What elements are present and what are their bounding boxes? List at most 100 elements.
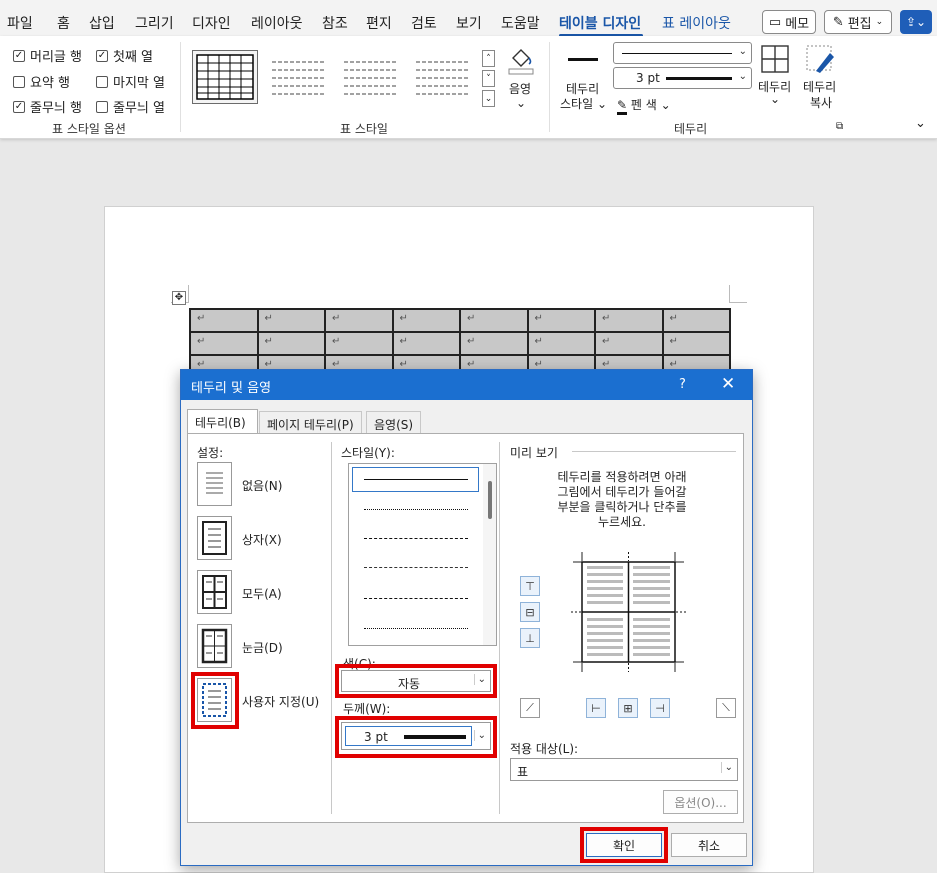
style-dashed-small[interactable] [364, 538, 468, 539]
total-row-option[interactable]: 요약 행 [13, 72, 70, 91]
style-dotted[interactable] [364, 509, 468, 510]
table-cell[interactable]: ↵ [324, 331, 394, 356]
line-style-list[interactable] [348, 463, 497, 646]
scrollbar-thumb[interactable] [488, 481, 492, 519]
table-style-grid[interactable] [192, 50, 258, 104]
tab-design[interactable]: 디자인 [192, 13, 231, 33]
setting-box-label[interactable]: 상자(X) [242, 531, 282, 548]
tab-table-design[interactable]: 테이블 디자인 [559, 13, 641, 33]
table-style-plain[interactable] [266, 50, 332, 104]
border-painter-icon[interactable] [806, 45, 836, 75]
gallery-down-button[interactable]: ˅ [482, 70, 495, 87]
tab-layout[interactable]: 레이아웃 [251, 13, 303, 33]
setting-custom-label[interactable]: 사용자 지정(U) [242, 693, 319, 710]
pen-color-button[interactable]: ✎ 펜 색 ⌄ [617, 96, 671, 115]
tab-draw[interactable]: 그리기 [135, 13, 174, 33]
help-button[interactable]: ? [679, 377, 686, 392]
tab-borders-active[interactable]: 테두리(B) [187, 409, 258, 434]
border-preview[interactable] [563, 544, 694, 680]
table-cell[interactable]: ↵ [189, 331, 259, 356]
banded-columns-option[interactable]: 줄무늬 열 [96, 97, 165, 116]
checkbox-icon [13, 75, 25, 88]
table-cell[interactable]: ↵ [391, 331, 461, 356]
setting-grid-icon[interactable] [197, 624, 232, 668]
dialog-title-bar[interactable]: 테두리 및 음영 ? ✕ [181, 370, 752, 400]
cancel-button[interactable]: 취소 [671, 833, 747, 857]
style-dash-dot-dot[interactable] [364, 628, 468, 629]
width-label: 두께(W): [343, 702, 391, 716]
tab-shading[interactable]: 음영(S) [366, 411, 422, 433]
tab-page-border[interactable]: 페이지 테두리(P) [259, 411, 362, 433]
borders-tab-panel: 설정: 없음(N) 상자(X) 모두(A) 눈금(D) 사용자 지정(U) 스타… [187, 433, 744, 823]
table-cell[interactable]: ↵ [256, 308, 326, 333]
apply-to-label: 적용 대상(L): [510, 742, 579, 756]
banded-rows-option[interactable]: ✓ 줄무늬 행 [13, 97, 82, 116]
tab-references[interactable]: 참조 [322, 13, 348, 33]
memo-button[interactable]: ▭ 메모 [762, 10, 816, 34]
preview-diagonal-down-button[interactable]: ⟍ [716, 698, 736, 718]
tab-review[interactable]: 검토 [411, 13, 437, 33]
dialog-launcher-icon[interactable]: ⧉ [836, 121, 843, 132]
collapse-ribbon-icon[interactable]: ⌄ [915, 116, 926, 131]
table-cell[interactable]: ↵ [661, 331, 731, 356]
table-cell[interactable]: ↵ [324, 308, 394, 333]
style-dash-dot[interactable] [364, 598, 468, 599]
tab-help[interactable]: 도움말 [501, 13, 540, 33]
setting-grid-label[interactable]: 눈금(D) [242, 639, 283, 656]
table-cell[interactable]: ↵ [459, 331, 529, 356]
borders-grid-icon[interactable] [761, 45, 789, 73]
last-column-option[interactable]: 마지막 열 [96, 72, 165, 91]
setting-box-icon[interactable] [197, 516, 232, 560]
shading-button[interactable]: 음영 [509, 80, 531, 97]
table-cell[interactable]: ↵ [256, 331, 326, 356]
preview-inside-horizontal-button[interactable]: ⊟ [520, 602, 540, 622]
edit-mode-button[interactable]: ✎ 편집 ⌄ [824, 10, 892, 34]
table-style-plain-3[interactable] [410, 50, 476, 104]
tab-table-layout[interactable]: 표 레이아웃 [662, 13, 731, 33]
tab-insert[interactable]: 삽입 [89, 13, 115, 33]
preview-right-border-button[interactable]: ⊣ [650, 698, 670, 718]
tab-view[interactable]: 보기 [456, 13, 482, 33]
preview-bottom-border-button[interactable]: ⊥ [520, 628, 540, 648]
close-icon[interactable]: ✕ [721, 374, 735, 394]
setting-all-icon[interactable] [197, 570, 232, 614]
line-style-dropdown[interactable]: ⌄ [613, 42, 752, 64]
shading-bucket-icon[interactable] [505, 44, 537, 76]
table-cell[interactable]: ↵ [459, 308, 529, 333]
first-column-option[interactable]: ✓ 첫째 열 [96, 46, 153, 65]
border-painter-label-2[interactable]: 복사 [810, 94, 832, 111]
tab-mailings[interactable]: 편지 [366, 13, 392, 33]
table-cell[interactable]: ↵ [526, 308, 596, 333]
setting-none-label[interactable]: 없음(N) [242, 477, 282, 494]
tab-home[interactable]: 홈 [57, 13, 70, 33]
table-cell[interactable]: ↵ [391, 308, 461, 333]
table-style-plain-2[interactable] [338, 50, 404, 104]
style-dashed[interactable] [364, 567, 468, 568]
table-cell[interactable]: ↵ [526, 331, 596, 356]
border-styles-button[interactable]: 스타일 ⌄ [560, 95, 607, 112]
apply-to-dropdown[interactable]: 표 ⌄ [510, 758, 738, 781]
preview-diagonal-up-button[interactable]: ⟋ [520, 698, 540, 718]
table-cell[interactable]: ↵ [594, 308, 664, 333]
style-list-scrollbar[interactable] [483, 464, 496, 645]
preview-inside-vertical-button[interactable]: ⊞ [618, 698, 638, 718]
line-weight-dropdown[interactable]: 3 pt ⌄ [613, 67, 752, 89]
border-painter-label-1[interactable]: 테두리 [803, 78, 836, 95]
options-button[interactable]: 옵션(O)... [663, 790, 738, 814]
preview-top-border-button[interactable]: ⊤ [520, 576, 540, 596]
line-weight-sample [666, 77, 732, 80]
setting-all-label[interactable]: 모두(A) [242, 585, 282, 602]
table-cell[interactable]: ↵ [594, 331, 664, 356]
share-button[interactable]: ⇪⌄ [900, 10, 932, 34]
table-move-handle-icon[interactable]: ✥ [172, 291, 186, 305]
table-cell[interactable]: ↵ [661, 308, 731, 333]
tab-file[interactable]: 파일 [7, 13, 33, 33]
table-cell[interactable]: ↵ [189, 308, 259, 333]
header-row-option[interactable]: ✓ 머리글 행 [13, 46, 82, 65]
gallery-up-button[interactable]: ˄ [482, 50, 495, 67]
setting-none-icon[interactable] [197, 462, 232, 506]
style-solid[interactable] [364, 479, 468, 480]
margin-corner-mark [729, 285, 747, 303]
gallery-more-button[interactable]: ⌄ [482, 90, 495, 107]
preview-left-border-button[interactable]: ⊢ [586, 698, 606, 718]
